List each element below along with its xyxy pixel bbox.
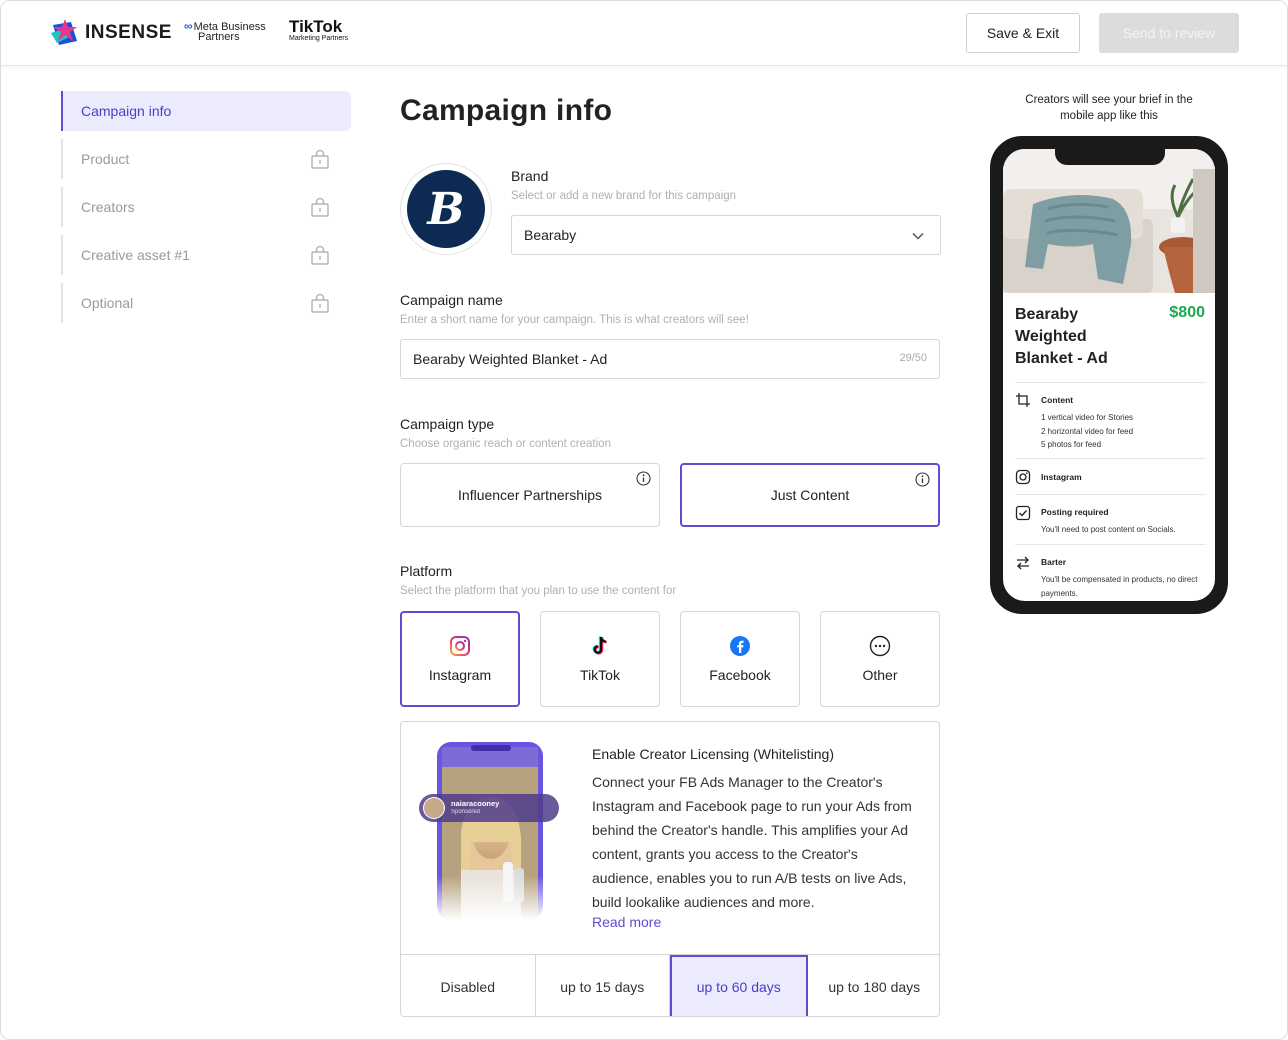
product-photo [1003, 149, 1215, 293]
send-to-review-button[interactable]: Send to review [1099, 13, 1239, 53]
lock-icon [311, 149, 329, 169]
info-icon[interactable] [915, 472, 930, 487]
save-exit-button[interactable]: Save & Exit [966, 13, 1080, 53]
lock-icon [311, 293, 329, 313]
chevron-down-icon [912, 232, 924, 240]
read-more-link[interactable]: Read more [592, 914, 661, 930]
tiktok-partners-badge: TikTok Marketing Partners [289, 17, 349, 42]
licensing-description: Connect your FB Ads Manager to the Creat… [592, 774, 912, 910]
duration-option-60-days[interactable]: up to 60 days [670, 955, 808, 1016]
swap-arrows-icon [1017, 556, 1029, 570]
creator-handle: naiaracooney [451, 799, 500, 808]
brand-select[interactable]: Bearaby [511, 215, 941, 255]
mobile-preview-screen: Bearaby Weighted Blanket - Ad $800 Conte… [1003, 149, 1215, 601]
meta-infinity-icon: ∞ [184, 19, 193, 33]
sidebar-nav: Campaign info Product Creators Creative … [61, 91, 351, 331]
preview-barter-section: Barter You'll be compensated in products… [1015, 544, 1205, 601]
creator-avatar [423, 797, 445, 819]
brand-logo-letter: B [407, 170, 485, 248]
campaign-name-label: Campaign name [400, 292, 503, 308]
char-counter: 29/50 [899, 352, 927, 364]
sidebar-item-campaign-info[interactable]: Campaign info [61, 91, 351, 131]
brand-select-value: Bearaby [524, 227, 577, 243]
creator-licensing-card: naiaracooney Sponsored Enable Creator Li… [400, 721, 940, 1017]
campaign-name-hint: Enter a short name for your campaign. Th… [400, 314, 749, 326]
phone-notch [1055, 149, 1165, 165]
preview-price: $800 [1169, 304, 1205, 321]
mobile-preview-phone: Bearaby Weighted Blanket - Ad $800 Conte… [990, 136, 1228, 614]
campaign-type-label: Campaign type [400, 416, 495, 432]
instagram-icon [450, 636, 470, 656]
platform-option-tiktok[interactable]: TikTok [540, 611, 660, 707]
platform-option-facebook[interactable]: Facebook [680, 611, 800, 707]
sidebar-item-creators[interactable]: Creators [61, 187, 351, 227]
brand-hint: Select or add a new brand for this campa… [511, 190, 737, 202]
lock-icon [311, 197, 329, 217]
app-window: INSENSE ∞Meta Business Partners TikTok M… [0, 0, 1288, 1040]
preview-content-section: Content 1 vertical video for Stories 2 h… [1015, 382, 1205, 458]
duration-option-15-days[interactable]: up to 15 days [536, 955, 670, 1016]
meta-partners-badge: ∞Meta Business Partners [184, 19, 266, 43]
platform-option-instagram[interactable]: Instagram [400, 611, 520, 707]
duration-option-180-days[interactable]: up to 180 days [808, 955, 940, 1016]
campaign-name-input[interactable]: Bearaby Weighted Blanket - Ad 29/50 [400, 339, 940, 379]
preview-platform-section: Instagram [1015, 458, 1205, 494]
creator-sponsored-chip: naiaracooney Sponsored [419, 794, 559, 822]
preview-title: Bearaby Weighted Blanket - Ad [1015, 306, 1108, 367]
type-option-just-content[interactable]: Just Content [680, 463, 940, 527]
insense-logo[interactable]: INSENSE [51, 19, 172, 47]
brand-logo-avatar[interactable]: B [400, 163, 492, 255]
sponsored-label: Sponsored [451, 809, 481, 815]
tiktok-icon [592, 636, 607, 655]
preview-posting-section: Posting required You'll need to post con… [1015, 494, 1205, 544]
sidebar-item-optional[interactable]: Optional [61, 283, 351, 323]
lock-icon [311, 245, 329, 265]
more-horizontal-icon [869, 635, 891, 657]
insense-logo-icon [51, 19, 77, 45]
licensing-illustration: naiaracooney Sponsored [419, 742, 561, 920]
page-title: Campaign info [400, 94, 613, 127]
platform-option-other[interactable]: Other [820, 611, 940, 707]
facebook-icon [730, 636, 750, 656]
platform-label: Platform [400, 563, 453, 579]
info-icon[interactable] [636, 471, 651, 486]
campaign-name-value: Bearaby Weighted Blanket - Ad [413, 351, 608, 367]
licensing-title: Enable Creator Licensing (Whitelisting) [592, 746, 834, 762]
brand-label: Brand [511, 168, 549, 184]
platform-hint: Select the platform that you plan to use… [400, 585, 677, 597]
preview-caption: Creators will see your brief in the mobi… [1025, 94, 1193, 122]
top-bar: INSENSE ∞Meta Business Partners TikTok M… [1, 1, 1287, 66]
type-option-influencer-partnerships[interactable]: Influencer Partnerships [400, 463, 660, 527]
sidebar-item-product[interactable]: Product [61, 139, 351, 179]
instagram-icon [1015, 469, 1031, 485]
licensing-duration-selector: Disabled up to 15 days up to 60 days up … [401, 954, 940, 1016]
logo-text: INSENSE [85, 22, 172, 43]
sidebar-item-creative-asset[interactable]: Creative asset #1 [61, 235, 351, 275]
campaign-type-hint: Choose organic reach or content creation [400, 438, 611, 450]
crop-icon [1016, 393, 1030, 407]
checkbox-checked-icon [1015, 505, 1031, 521]
duration-option-disabled[interactable]: Disabled [401, 955, 536, 1016]
